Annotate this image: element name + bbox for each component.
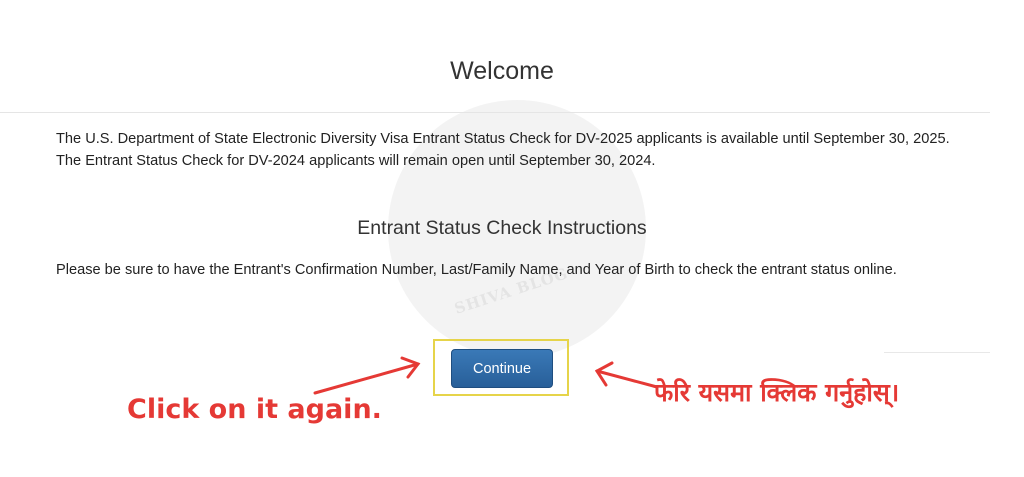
annotation-english: Click on it again. [127,394,382,425]
arrow-right-icon [594,361,659,389]
arrow-left-icon [313,356,421,395]
annotation-nepali: फेरि यसमा क्लिक गर्नुहोस्। [654,378,900,407]
